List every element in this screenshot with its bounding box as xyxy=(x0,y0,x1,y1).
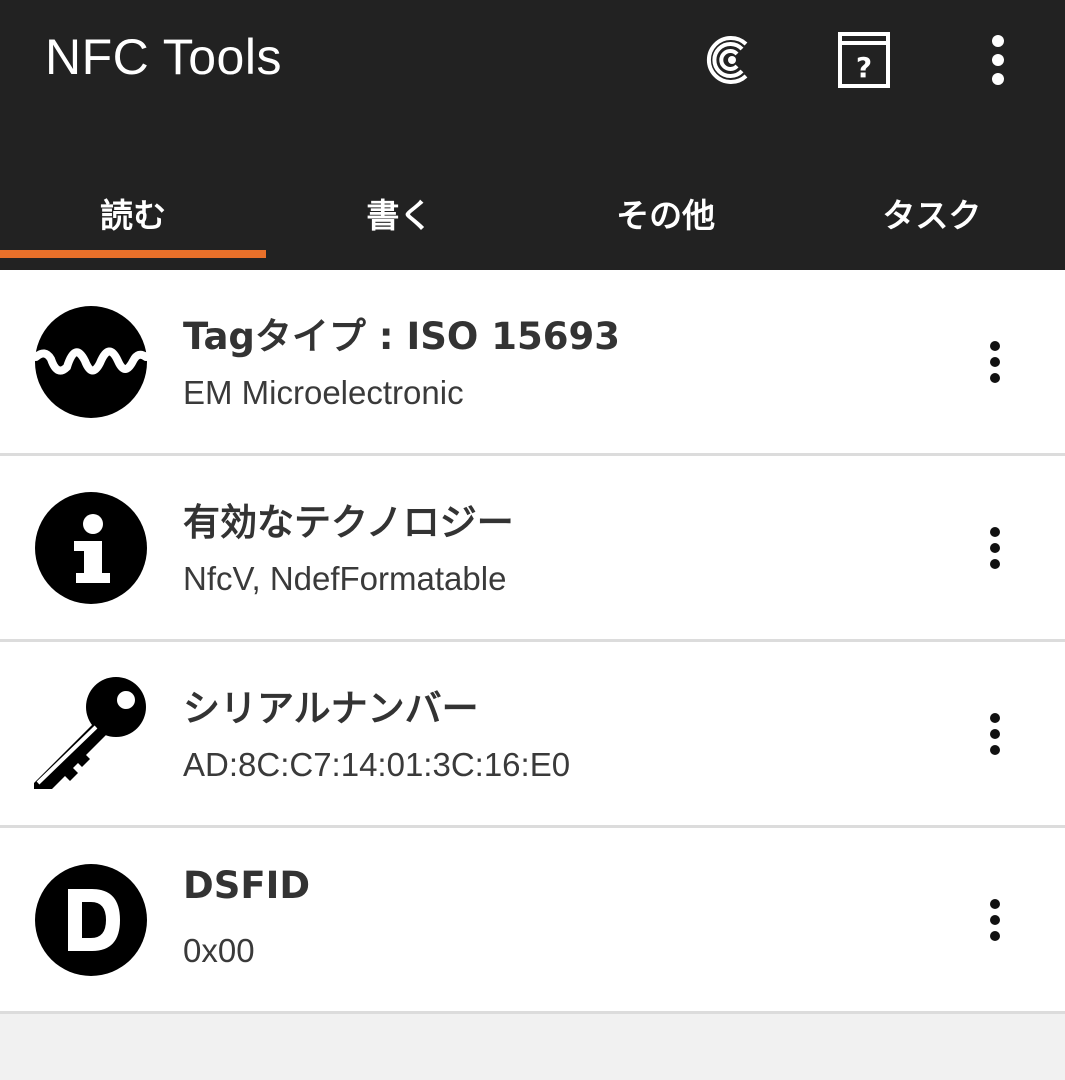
coin-c-icon xyxy=(706,36,748,84)
item-title: 有効なテクノロジー xyxy=(183,501,514,544)
overflow-menu-button[interactable] xyxy=(960,22,1036,98)
list-item-tag-type[interactable]: Tagタイプ : ISO 15693 EM Microelectronic xyxy=(0,270,1065,456)
item-value: 0x00 xyxy=(183,932,255,969)
list-item-serial-number[interactable]: シリアルナンバー AD:8C:C7:14:01:3C:16:E0 xyxy=(0,642,1065,828)
more-vertical-icon xyxy=(990,341,1000,383)
list-item-technologies[interactable]: 有効なテクノロジー NfcV, NdefFormatable xyxy=(0,456,1065,642)
tab-write[interactable]: 書く xyxy=(266,168,532,258)
item-more-button[interactable] xyxy=(965,518,1025,578)
letter-d-icon xyxy=(34,863,148,977)
waveform-icon xyxy=(34,305,148,419)
item-more-button[interactable] xyxy=(965,332,1025,392)
tag-info-list: Tagタイプ : ISO 15693 EM Microelectronic 有効… xyxy=(0,270,1065,1014)
tab-label: タスク xyxy=(882,196,982,235)
item-value: EM Microelectronic xyxy=(183,374,464,411)
help-book-icon: ? xyxy=(838,32,890,88)
more-vertical-icon xyxy=(990,899,1000,941)
list-item-dsfid[interactable]: DSFID 0x00 xyxy=(0,828,1065,1014)
tab-tasks[interactable]: タスク xyxy=(799,168,1065,258)
tab-label: 読む xyxy=(100,196,167,235)
tab-bar: 読む 書く その他 タスク xyxy=(0,168,1065,258)
svg-text:?: ? xyxy=(856,51,872,84)
item-title: シリアルナンバー xyxy=(183,687,479,730)
tab-other[interactable]: その他 xyxy=(533,168,799,258)
tab-read[interactable]: 読む xyxy=(0,168,267,258)
app-bar: NFC Tools ? 読む 書く その他 タスク xyxy=(0,0,1065,270)
more-vertical-icon xyxy=(990,527,1000,569)
item-more-button[interactable] xyxy=(965,704,1025,764)
more-vertical-icon xyxy=(992,35,1004,85)
help-button[interactable]: ? xyxy=(826,22,902,98)
selected-tab-indicator xyxy=(0,250,267,258)
coin-c-button[interactable] xyxy=(692,22,768,98)
item-title: Tagタイプ : ISO 15693 xyxy=(183,315,620,358)
item-value: AD:8C:C7:14:01:3C:16:E0 xyxy=(183,746,571,783)
tab-label: その他 xyxy=(616,196,716,235)
item-value: NfcV, NdefFormatable xyxy=(183,560,507,597)
tab-label: 書く xyxy=(366,196,433,235)
app-title: NFC Tools xyxy=(45,29,282,85)
key-icon xyxy=(34,677,148,791)
info-icon xyxy=(34,491,148,605)
item-more-button[interactable] xyxy=(965,890,1025,950)
item-title: DSFID xyxy=(183,864,311,907)
more-vertical-icon xyxy=(990,713,1000,755)
